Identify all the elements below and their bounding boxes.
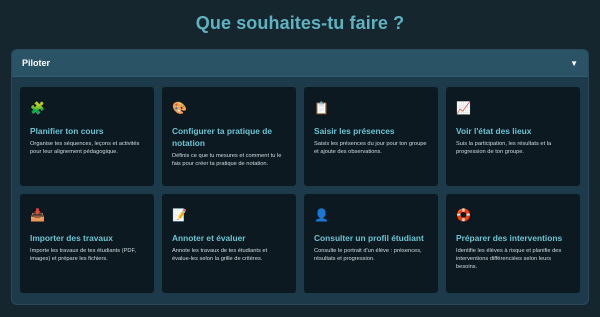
card-annoter-evaluer[interactable]: 📝 Annoter et évaluer Annote les travaux … (162, 194, 296, 293)
puzzle-icon: 🧩 (30, 101, 45, 115)
card-title: Consulter un profil étudiant (314, 233, 424, 243)
panel-header[interactable]: Piloter ▼ (12, 50, 588, 77)
palette-icon: 🎨 (172, 101, 187, 115)
card-description: Importe les travaux de tes étudiants (PD… (30, 248, 136, 262)
page-title: Que souhaites-tu faire ? (195, 13, 405, 33)
card-title: Annoter et évaluer (172, 233, 246, 243)
card-preparer-interventions[interactable]: 🛟 Préparer des interventions Identifie l… (446, 194, 580, 293)
inbox-tray-icon: 📥 (30, 208, 45, 222)
lifebuoy-icon: 🛟 (456, 208, 471, 222)
chevron-down-icon[interactable]: ▼ (570, 59, 578, 68)
card-description: Annote les travaux de tes étudiants et é… (172, 248, 268, 262)
user-silhouette-icon: 👤 (314, 208, 329, 222)
card-planifier-cours[interactable]: 🧩 Planifier ton cours Organise tes séque… (20, 87, 154, 186)
memo-icon: 📝 (172, 208, 187, 222)
card-title: Préparer des interventions (456, 233, 563, 243)
card-description: Suis la participation, les résultats et … (456, 141, 552, 155)
card-description: Identifie les élèves à risque et planifi… (456, 248, 562, 270)
panel-title: Piloter (22, 58, 51, 68)
card-description: Saisis les présences du jour pour ton gr… (314, 141, 427, 155)
card-importer-travaux[interactable]: 📥 Importer des travaux Importe les trava… (20, 194, 154, 293)
card-etat-des-lieux[interactable]: 📈 Voir l'état des lieux Suis la particip… (446, 87, 580, 186)
card-configurer-notation[interactable]: 🎨 Configurer ta pratique de notation Déf… (162, 87, 296, 186)
clipboard-icon: 📋 (314, 101, 329, 115)
action-card-grid: 🧩 Planifier ton cours Organise tes séque… (20, 87, 580, 293)
card-description: Organise tes séquences, leçons et activi… (30, 141, 140, 155)
card-description: Consulte le portrait d'un élève : présen… (314, 248, 422, 262)
card-description: Définis ce que tu mesures et comment tu … (172, 153, 282, 167)
card-saisir-presences[interactable]: 📋 Saisir les présences Saisis les présen… (304, 87, 438, 186)
card-title: Importer des travaux (30, 233, 113, 243)
chart-icon: 📈 (456, 101, 471, 115)
page: Que souhaites-tu faire ? Piloter ▼ 🧩 Pla… (0, 0, 600, 317)
piloter-panel: Piloter ▼ 🧩 Planifier ton cours Organise… (11, 49, 589, 305)
card-title: Planifier ton cours (30, 126, 104, 136)
card-title: Configurer ta pratique de notation (172, 126, 273, 148)
card-title: Saisir les présences (314, 126, 395, 136)
card-profil-etudiant[interactable]: 👤 Consulter un profil étudiant Consulte … (304, 194, 438, 293)
card-title: Voir l'état des lieux (456, 126, 532, 136)
